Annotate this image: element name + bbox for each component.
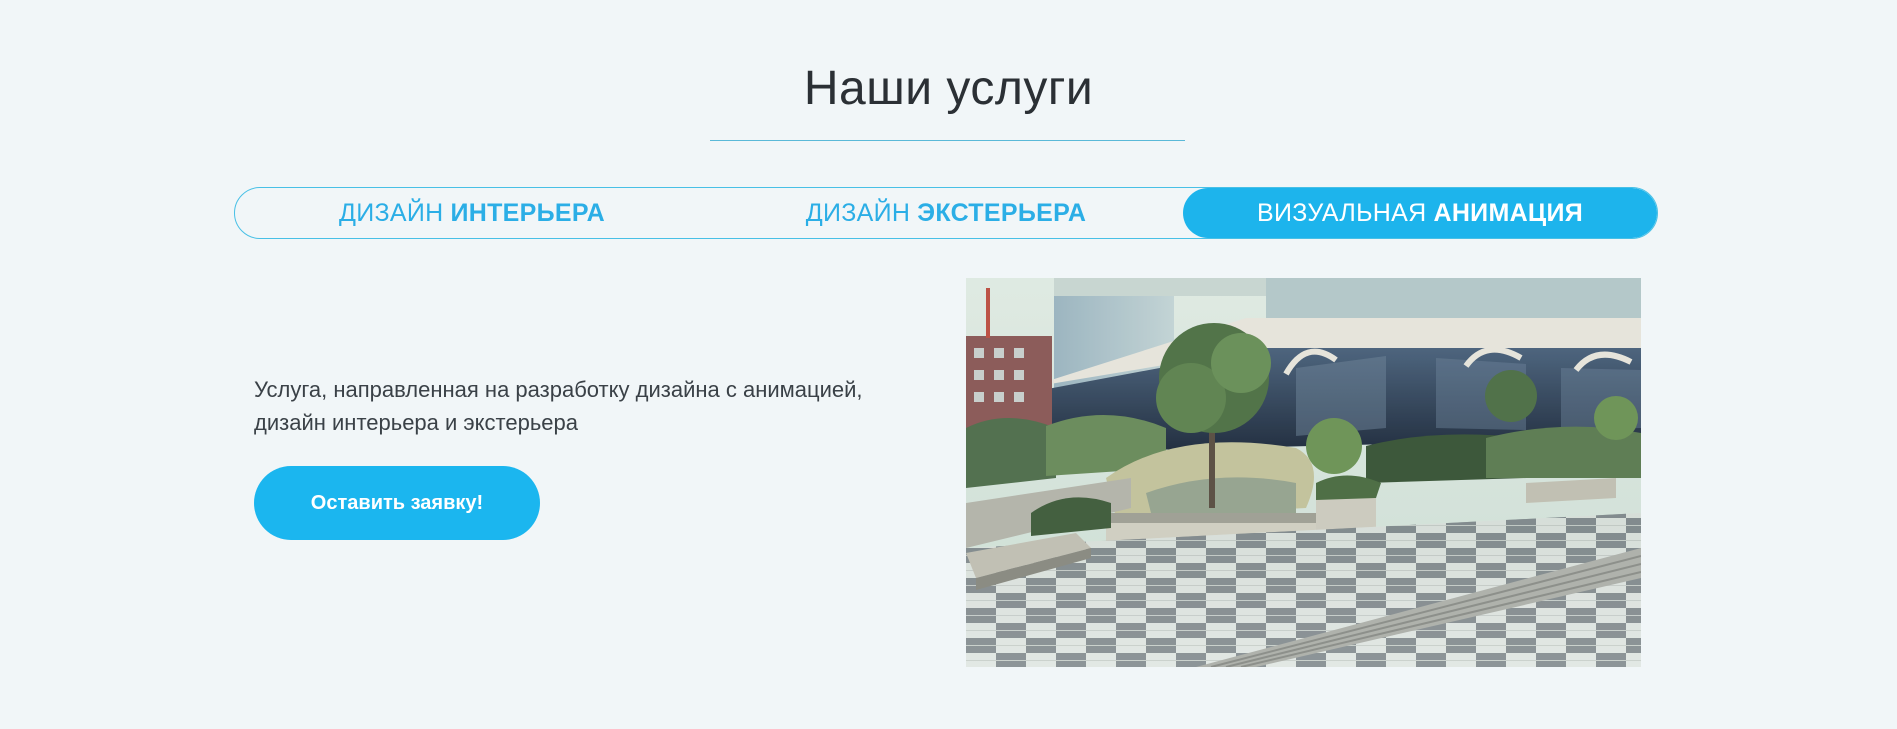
request-button[interactable]: Оставить заявку! xyxy=(254,466,540,540)
section-title: Наши услуги xyxy=(803,62,1094,115)
tab-interior-design-label-bold: ИНТЕРЬЕРА xyxy=(450,198,606,227)
tab-interior-design[interactable]: ДИЗАЙН ИНТЕРЬЕРА xyxy=(235,188,709,238)
tab-exterior-design[interactable]: ДИЗАЙН ЭКСТЕРЬЕРА xyxy=(709,188,1183,238)
tab-exterior-design-label-bold: ЭКСТЕРЬЕРА xyxy=(917,198,1087,227)
service-tabs: ДИЗАЙН ИНТЕРЬЕРА ДИЗАЙН ЭКСТЕРЬЕРА ВИЗУА… xyxy=(234,187,1658,239)
service-photo xyxy=(966,278,1641,667)
service-description-line-1: Услуга, направленная на разработку дизай… xyxy=(254,377,863,402)
service-description-line-2: дизайн интерьера и экстерьера xyxy=(254,410,578,435)
tab-exterior-design-label-normal: ДИЗАЙН xyxy=(805,198,911,227)
title-divider xyxy=(710,140,1185,141)
service-description: Услуга, направленная на разработку дизай… xyxy=(254,373,954,439)
tab-visual-animation-label-bold: АНИМАЦИЯ xyxy=(1433,198,1584,227)
tab-visual-animation[interactable]: ВИЗУАЛЬНАЯ АНИМАЦИЯ xyxy=(1183,188,1657,238)
tab-visual-animation-label-normal: ВИЗУАЛЬНАЯ xyxy=(1256,198,1427,227)
tab-interior-design-label-normal: ДИЗАЙН xyxy=(338,198,444,227)
